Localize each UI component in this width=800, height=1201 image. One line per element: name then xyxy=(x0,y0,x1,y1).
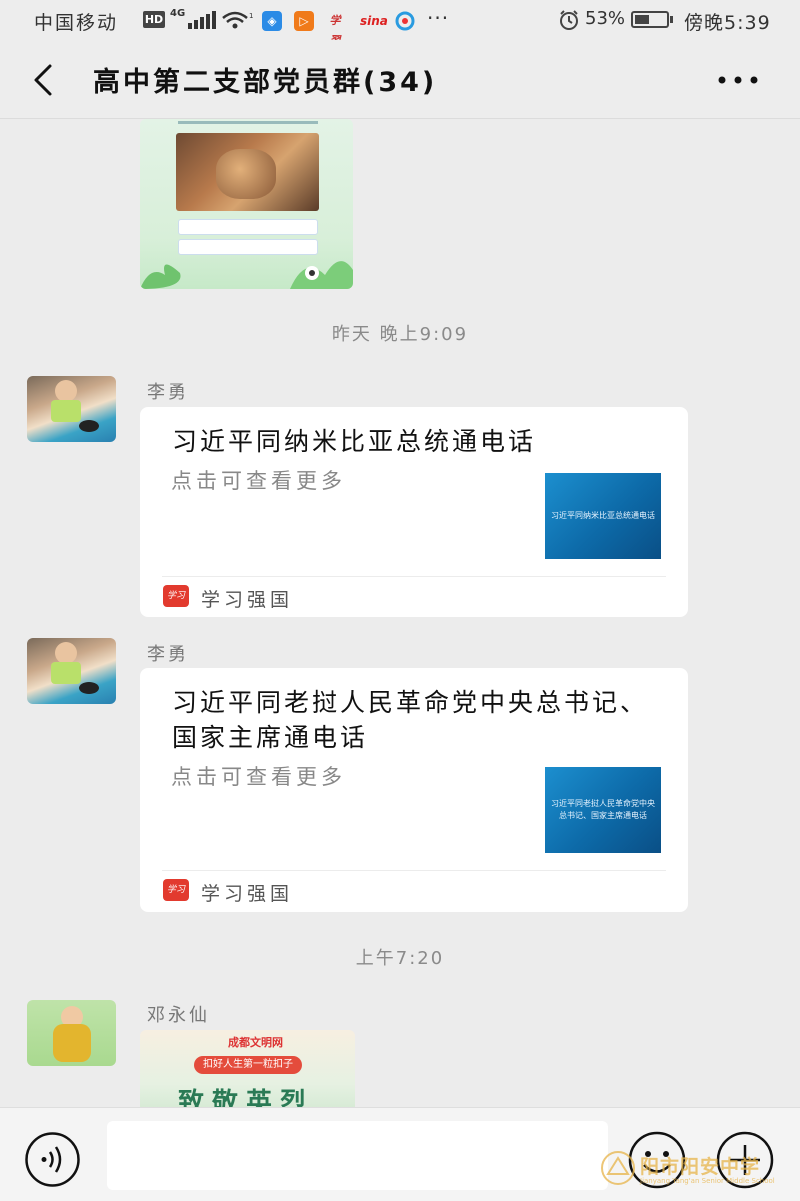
status-bar: 中国移动 HD 4G 1 ◈ ▷ 学習 sina ··· 53% 傍晚5:39 xyxy=(0,0,800,47)
hd-badge: HD xyxy=(143,11,165,28)
card-divider xyxy=(162,576,666,577)
battery-tip xyxy=(670,16,673,23)
poster-headline: 致敬英烈 xyxy=(178,1088,315,1107)
watermark-subtext: Jianyang Yang'an Senior Middle School xyxy=(640,1177,775,1185)
battery-icon xyxy=(631,11,669,28)
article-thumbnail: 习近平同老挝人民革命党中央总书记、国家主席通电话 xyxy=(545,767,661,853)
article-title: 习近平同老挝人民革命党中央总书记、国家主席通电话 xyxy=(172,688,649,752)
school-emblem-icon xyxy=(601,1151,635,1185)
network-type: 4G xyxy=(170,8,186,19)
chat-header: 高中第二支部党员群(34) xyxy=(0,40,800,119)
xuexi-logo-icon: 学习 xyxy=(163,585,189,607)
article-source: 学习强国 xyxy=(201,589,294,611)
alarm-icon xyxy=(560,10,578,30)
video-play-app-icon: ▷ xyxy=(294,11,314,31)
image-message-poster[interactable]: 成都文明网 扣好人生第一粒扣子 致敬英烈 xyxy=(140,1030,355,1107)
signal-icon xyxy=(188,11,216,29)
sina-icon: sina xyxy=(360,14,388,28)
image-message-quiz[interactable] xyxy=(140,119,353,289)
chat-title: 高中第二支部党员群(34) xyxy=(93,67,438,98)
article-source: 学习强国 xyxy=(201,883,294,905)
poster-badge: 成都文明网 xyxy=(228,1036,283,1049)
message-list[interactable]: 昨天 晚上9:09 李勇 习近平同纳米比亚总统通电话 点击可查看更多 习近平同纳… xyxy=(0,119,800,1107)
avatar[interactable] xyxy=(27,376,116,442)
card-divider xyxy=(162,870,666,871)
input-bar: 阳市阳安中学 Jianyang Yang'an Senior Middle Sc… xyxy=(0,1107,800,1201)
camera-circle-icon xyxy=(395,11,415,31)
article-description: 点击可查看更多 xyxy=(171,765,346,789)
avatar[interactable] xyxy=(27,638,116,704)
poster-subtitle: 扣好人生第一粒扣子 xyxy=(194,1056,302,1074)
article-card[interactable]: 习近平同纳米比亚总统通电话 点击可查看更多 习近平同纳米比亚总统通电话 学习 学… xyxy=(140,407,688,617)
message-input[interactable] xyxy=(107,1121,608,1190)
image-text-line xyxy=(178,121,318,124)
carrier-name: 中国移动 xyxy=(34,12,119,34)
study-app-icon: 学習 xyxy=(329,14,341,47)
quiz-option-1 xyxy=(178,219,318,235)
back-arrow-icon[interactable] xyxy=(22,58,66,102)
article-card[interactable]: 习近平同老挝人民革命党中央总书记、国家主席通电话 点击可查看更多 习近平同老挝人… xyxy=(140,668,688,912)
watermark-text: 阳市阳安中学 xyxy=(640,1156,761,1178)
article-thumbnail: 习近平同纳米比亚总统通电话 xyxy=(545,473,661,559)
shield-app-icon: ◈ xyxy=(262,11,282,31)
article-title: 习近平同纳米比亚总统通电话 xyxy=(172,427,537,456)
xuexi-logo-icon: 学习 xyxy=(163,879,189,901)
voice-input-icon[interactable] xyxy=(24,1131,81,1188)
school-watermark: 阳市阳安中学 Jianyang Yang'an Senior Middle Sc… xyxy=(600,1148,790,1192)
more-options-icon[interactable] xyxy=(712,62,764,98)
battery-percent: 53% xyxy=(585,8,626,29)
sender-name: 李勇 xyxy=(147,382,189,403)
image-photo xyxy=(176,133,319,211)
timestamp: 昨天 晚上9:09 xyxy=(331,324,469,345)
sender-name: 李勇 xyxy=(147,644,189,665)
sender-name: 邓永仙 xyxy=(147,1005,210,1026)
svg-text:1: 1 xyxy=(249,12,253,20)
wifi-icon: 1 xyxy=(222,11,253,29)
leaf-decoration xyxy=(140,261,353,289)
more-notifications-icon: ··· xyxy=(427,6,450,30)
article-description: 点击可查看更多 xyxy=(171,469,346,493)
timestamp: 上午7:20 xyxy=(355,948,445,969)
avatar[interactable] xyxy=(27,1000,116,1066)
clock: 傍晚5:39 xyxy=(684,12,771,34)
